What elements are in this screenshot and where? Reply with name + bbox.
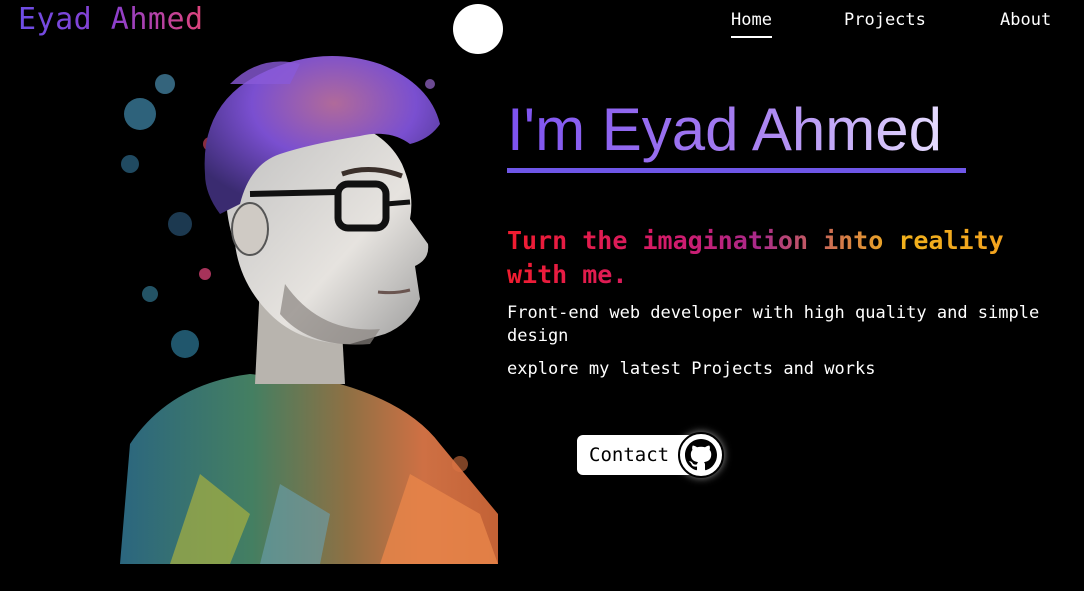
hero-sub-description: explore my latest Projects and works (507, 359, 876, 379)
nav-link-about[interactable]: About (1000, 8, 1051, 32)
nav-link-projects[interactable]: Projects (844, 8, 926, 32)
hero-tagline: Turn the imagination into reality with m… (507, 224, 1067, 292)
heading-underline (507, 168, 966, 173)
nav-link-home[interactable]: Home (731, 8, 772, 38)
github-icon (685, 439, 717, 471)
github-button[interactable] (678, 432, 724, 478)
portrait-image (120, 56, 498, 564)
main-nav: Home Projects About (0, 8, 1084, 38)
hero-description: Front-end web developer with high qualit… (507, 303, 1040, 346)
hero-heading: I'm Eyad Ahmed (507, 94, 942, 168)
